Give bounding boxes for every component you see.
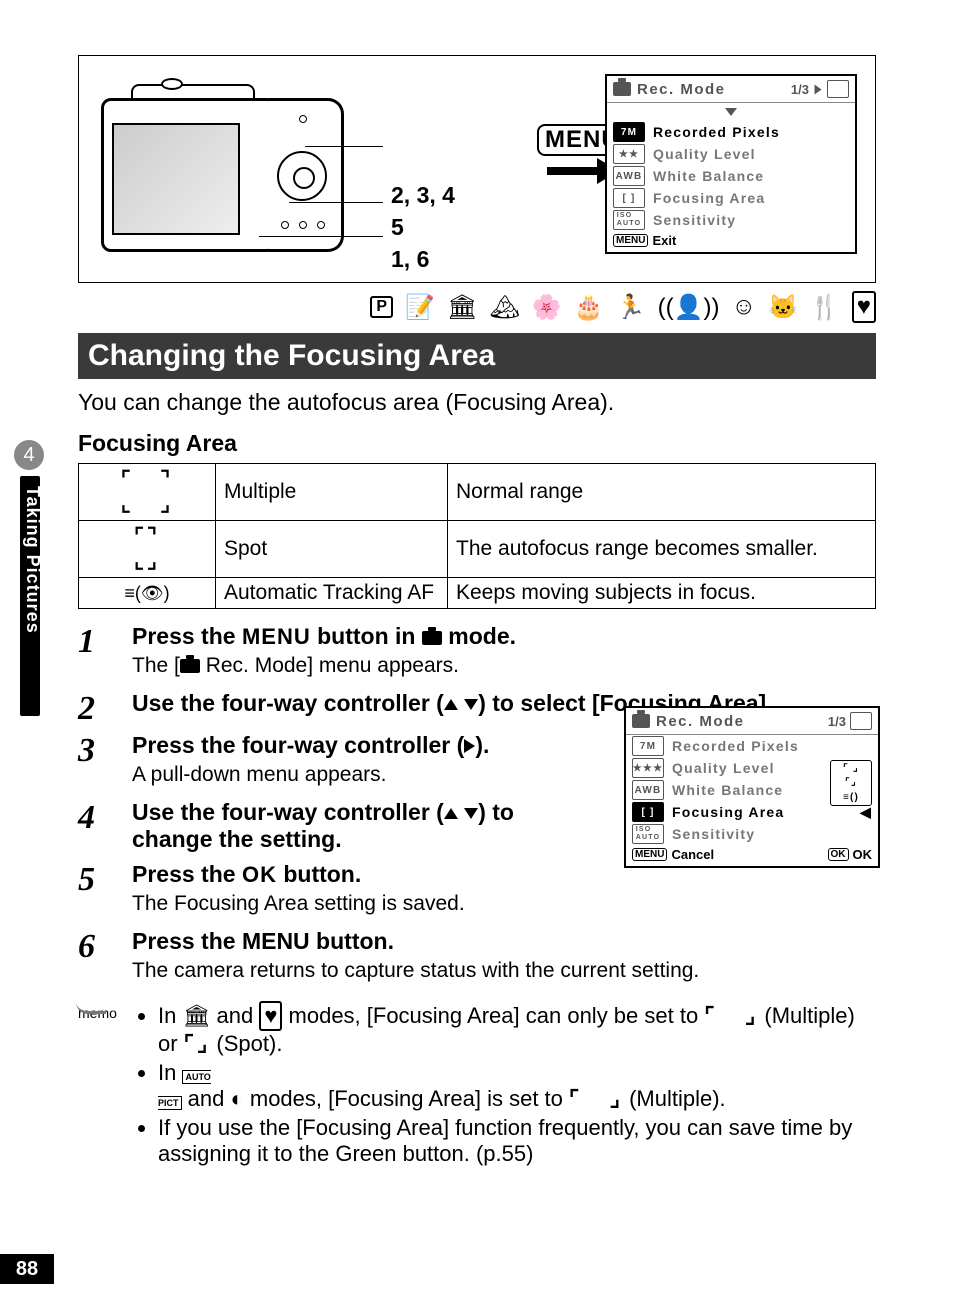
page-content: 2, 3, 4 5 1, 6 MENU Rec. Mode 1/3 7MReco… <box>0 0 954 1170</box>
section-heading: Changing the Focusing Area <box>78 333 876 379</box>
menu-small-icon: MENU <box>613 234 648 247</box>
chevron-down-icon <box>725 108 737 116</box>
lcd-row: 7MRecorded Pixels <box>607 121 855 143</box>
step-title: Press the MENU button. <box>132 928 876 955</box>
building-icon: 🏛 <box>182 1003 210 1028</box>
step-title: Press the four-way controller (). <box>132 732 632 759</box>
step-1: 1 Press the MENU button in mode. The [ R… <box>78 623 876 686</box>
mode-icon: ((👤)) <box>658 293 720 322</box>
camera-drawing <box>101 84 341 254</box>
table-row: ⌜ ⌝⌞ ⌟ Multiple Normal range <box>79 464 876 521</box>
lcd-title: Rec. Mode <box>656 713 828 730</box>
lcd-row: 7MRecorded Pixels <box>626 735 878 757</box>
lcd-row: AWBWhite Balance <box>607 165 855 187</box>
lcd-menu-top: Rec. Mode 1/3 7MRecorded Pixels ★★Qualit… <box>605 74 857 254</box>
mode-icon: 🏛 <box>447 293 477 322</box>
step-title: Press the OK button. <box>132 861 632 888</box>
auto-pict-icon: AUTOPICT <box>158 1070 211 1110</box>
focusing-area-table: ⌜ ⌝⌞ ⌟ Multiple Normal range ⌜⌝⌞⌟ Spot T… <box>78 463 876 609</box>
diagram-step-label: 1, 6 <box>391 246 429 273</box>
chevron-right-icon <box>815 84 822 94</box>
step-title: Use the four-way controller ( ) to chang… <box>132 799 592 853</box>
step-desc: The Focusing Area setting is saved. <box>132 892 632 916</box>
memo-box: memo In 🏛 and ♥ modes, [Focusing Area] c… <box>78 1001 876 1170</box>
mode-icon: 📝 <box>405 293 435 322</box>
spot-icon: ⌜⌝⌞⌟ <box>134 525 160 573</box>
camera-icon <box>632 714 650 728</box>
heart-icon: ♥ <box>259 1001 282 1031</box>
step-6: 6 Press the MENU button. The camera retu… <box>78 928 876 991</box>
camera-icon <box>180 659 200 673</box>
focus-option-popup: ⌜ ⌟⌜⌟≡() <box>830 760 872 806</box>
chevron-left-icon: ◀ <box>860 804 872 821</box>
ok-small-icon: OK <box>828 848 849 861</box>
tab-icon <box>850 712 872 730</box>
mode-icon: 🌸 <box>532 293 562 322</box>
lcd-cancel: Cancel <box>671 847 714 862</box>
table-row: ≡(👁) Automatic Tracking AF Keeps moving … <box>79 578 876 609</box>
memo-item: If you use the [Focusing Area] function … <box>158 1115 876 1167</box>
memo-item: In AUTOPICT and ◐ modes, [Focusing Area]… <box>158 1060 876 1112</box>
tracking-icon: ≡(👁) <box>124 583 169 603</box>
mode-icon: 🎂 <box>574 293 604 322</box>
step-title: Press the MENU button in mode. <box>132 623 876 650</box>
lcd-exit: Exit <box>652 233 676 248</box>
lcd-page: 1/3 <box>828 714 846 729</box>
lcd-row-active: [ ] Focusing Area ◀ ⌜ ⌟⌜⌟≡() <box>626 801 878 823</box>
diagram-step-label: 5 <box>391 214 404 241</box>
leader-line <box>289 202 383 203</box>
page-number: 88 <box>0 1254 54 1284</box>
leader-line <box>305 146 383 147</box>
top-diagram: 2, 3, 4 5 1, 6 MENU Rec. Mode 1/3 7MReco… <box>78 55 876 283</box>
mode-icon: 🍴 <box>810 293 840 322</box>
leader-line <box>259 236 383 237</box>
step-5: 5 Press the OK button. The Focusing Area… <box>78 861 876 924</box>
sub-heading: Focusing Area <box>78 430 876 457</box>
step-desc: A pull-down menu appears. <box>132 763 632 787</box>
diagram-step-label: 2, 3, 4 <box>391 182 455 209</box>
camera-icon <box>422 631 442 645</box>
lcd-ok: OK <box>853 847 873 862</box>
step-desc: The camera returns to capture status wit… <box>132 959 876 983</box>
memo-swoosh-icon <box>76 997 106 1014</box>
lcd-row: ISOAUTOSensitivity <box>626 823 878 845</box>
mode-icon-row: P 📝 🏛 🏔 🌸 🎂 🏃 ((👤)) ☺ 🐱 🍴 ♥ <box>78 291 876 323</box>
lcd-row: ★★Quality Level <box>607 143 855 165</box>
multiple-icon: ⌜ ⌝⌞ ⌟ <box>121 468 173 516</box>
green-mode-icon: ◐ <box>230 1086 243 1111</box>
table-row: ⌜⌝⌞⌟ Spot The autofocus range becomes sm… <box>79 521 876 578</box>
mode-icon: 🐱 <box>768 293 798 322</box>
tab-icon <box>827 80 849 98</box>
mode-icon: ☺ <box>731 293 756 321</box>
lcd-title: Rec. Mode <box>637 81 791 98</box>
lcd-row: [ ]Focusing Area <box>607 187 855 209</box>
lcd-page: 1/3 <box>791 82 809 97</box>
mode-icon: ♥ <box>852 291 876 323</box>
intro-text: You can change the autofocus area (Focus… <box>78 389 876 416</box>
step-desc: The [ Rec. Mode] menu appears. <box>132 654 876 678</box>
memo-label: memo <box>78 1001 132 1170</box>
lcd-menu-focusing: Rec. Mode 1/3 7MRecorded Pixels ★★★Quali… <box>624 706 876 868</box>
mode-icon: P <box>370 296 393 318</box>
mode-icon: 🏔 <box>489 293 519 322</box>
mode-icon: 🏃 <box>616 293 646 322</box>
menu-small-icon: MENU <box>632 848 667 861</box>
camera-icon <box>613 82 631 96</box>
memo-item: In 🏛 and ♥ modes, [Focusing Area] can on… <box>158 1001 876 1057</box>
lcd-row: ISOAUTOSensitivity <box>607 209 855 231</box>
